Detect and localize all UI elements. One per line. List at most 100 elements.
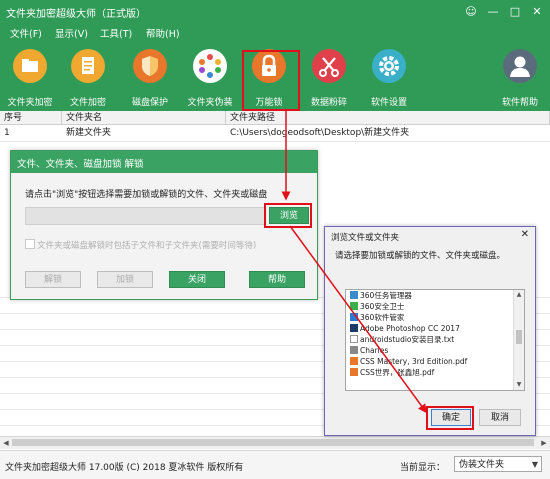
tree-item-label: CSS Mastery, 3rd Edition.pdf [360, 357, 468, 366]
program-icon [350, 313, 358, 321]
column-header-index[interactable]: 序号 [0, 111, 62, 125]
tree-item-label: 360软件管家 [360, 313, 405, 322]
cancel-button[interactable]: 取消 [479, 409, 521, 426]
scissors-icon [312, 49, 346, 83]
tree-item[interactable]: 360软件管家 [350, 312, 404, 323]
pdf-icon [350, 357, 358, 365]
copyright-text: 文件夹加密超级大师 17.00版 (C) 2018 夏冰软件 版权所有 [5, 463, 244, 473]
scroll-down-icon[interactable]: ▼ [514, 380, 524, 390]
tree-item[interactable]: 360安全卫士 [350, 301, 404, 312]
row-divider [0, 141, 550, 142]
program-icon [350, 291, 358, 299]
tool-label: 数据粉碎 [310, 98, 347, 108]
tool-label: 文件夹伪装 [187, 98, 233, 108]
highlight-box [264, 203, 312, 228]
display-label: 当前显示： [400, 463, 446, 473]
document-icon [71, 49, 105, 83]
tool-file-encrypt[interactable]: 文件加密 [59, 43, 117, 109]
shield-icon [133, 49, 167, 83]
app-title: 文件夹加密超级大师（正式版） [6, 9, 146, 20]
tool-data-shred[interactable]: 数据粉碎 [300, 43, 358, 109]
cell-name[interactable]: 新建文件夹 [62, 126, 226, 141]
lock-dialog-titlebar: 文件、文件夹、磁盘加锁 解锁 [11, 151, 317, 173]
cell-path[interactable]: C:\Users\dogeodsoft\Desktop\新建文件夹 [226, 126, 550, 141]
tool-folder-disguise[interactable]: 文件夹伪装 [181, 43, 239, 109]
minimize-button[interactable]: — [484, 3, 502, 19]
tool-label: 文件夹加密 [7, 98, 53, 108]
chevron-down-icon: ▼ [531, 460, 538, 469]
pdf-icon [350, 368, 358, 376]
horizontal-scrollbar[interactable]: ◀ ▶ [0, 436, 550, 449]
close-dialog-button[interactable]: 关闭 [169, 271, 225, 288]
close-icon[interactable]: ✕ [521, 229, 529, 240]
program-icon [350, 302, 358, 310]
user-icon [503, 49, 537, 83]
tree-item[interactable]: CSS世界，张鑫旭.pdf [350, 367, 434, 378]
gear-icon [372, 49, 406, 83]
cell-index[interactable]: 1 [0, 126, 62, 141]
palette-icon [193, 49, 227, 83]
tree-item[interactable]: 360任务管理器 [350, 290, 412, 301]
tree-item-label: androidstudio安装目录.txt [360, 335, 455, 344]
title-bar: 文件夹加密超级大师（正式版） ☺ — □ ✕ [0, 0, 550, 24]
close-button[interactable]: ✕ [528, 3, 546, 19]
path-input[interactable] [25, 207, 265, 225]
window-controls: ☺ — □ ✕ [462, 3, 546, 19]
highlight-box [242, 50, 300, 111]
scroll-up-icon[interactable]: ▲ [514, 290, 524, 300]
unlock-button[interactable]: 解锁 [25, 271, 81, 288]
text-file-icon [350, 335, 358, 343]
menu-view[interactable]: 显示(V) [55, 26, 88, 40]
display-select-value: 伪装文件夹 [459, 460, 505, 470]
scroll-thumb[interactable] [516, 330, 522, 344]
tree-scrollbar[interactable]: ▲ ▼ [513, 290, 524, 390]
tree-item-label: Charles [360, 346, 389, 355]
tool-disk-protect[interactable]: 磁盘保护 [121, 43, 179, 109]
tool-folder-encrypt[interactable]: 文件夹加密 [1, 43, 59, 109]
tool-help[interactable]: 软件帮助 [491, 43, 549, 109]
tree-item-label: 360任务管理器 [360, 291, 412, 300]
include-subfolders-checkbox[interactable]: 文件夹或磁盘解锁时包括子文件和子文件夹(需要时间等待) [25, 239, 256, 251]
program-icon [350, 346, 358, 354]
tree-item[interactable]: Adobe Photoshop CC 2017 [350, 323, 460, 334]
tool-label: 软件帮助 [501, 98, 538, 108]
tool-label: 文件加密 [69, 98, 106, 108]
lock-dialog-prompt: 请点击"浏览"按钮选择需要加锁或解锁的文件、文件夹或磁盘 [25, 190, 268, 200]
maximize-button[interactable]: □ [506, 3, 524, 19]
tree-item[interactable]: Charles [350, 345, 388, 356]
display-select[interactable]: 伪装文件夹 ▼ [454, 456, 542, 472]
browse-dialog-title: 浏览文件或文件夹 [331, 233, 400, 243]
program-icon [350, 324, 358, 332]
column-header-name[interactable]: 文件夹名 [62, 111, 226, 125]
folder-icon [13, 49, 47, 83]
browse-dialog-prompt: 请选择要加锁或解锁的文件、文件夹或磁盘。 [335, 251, 506, 261]
column-header-path[interactable]: 文件夹路径 [226, 111, 550, 125]
tree-item[interactable]: CSS Mastery, 3rd Edition.pdf [350, 356, 467, 367]
lock-button[interactable]: 加锁 [97, 271, 153, 288]
scroll-left-icon[interactable]: ◀ [0, 437, 12, 449]
checkbox-icon [25, 239, 35, 249]
menu-bar: 文件(F) 显示(V) 工具(T) 帮助(H) [0, 24, 550, 41]
toolbar: 文件夹加密 文件加密 磁盘保护 文件夹伪装 万能锁 数据粉碎 软件设置 软件帮助 [0, 41, 550, 111]
highlight-box [426, 406, 474, 430]
folder-tree[interactable]: 360任务管理器 360安全卫士 360软件管家 Adobe Photoshop… [345, 289, 525, 391]
tree-item-label: Adobe Photoshop CC 2017 [360, 324, 460, 333]
tree-item[interactable]: androidstudio安装目录.txt [350, 334, 454, 345]
help-button[interactable]: 帮助 [249, 271, 305, 288]
tool-settings[interactable]: 软件设置 [360, 43, 418, 109]
status-bar: 文件夹加密超级大师 17.00版 (C) 2018 夏冰软件 版权所有 当前显示… [0, 450, 550, 479]
lock-dialog-title: 文件、文件夹、磁盘加锁 解锁 [17, 159, 144, 170]
menu-help[interactable]: 帮助(H) [146, 26, 180, 40]
lock-dialog-body: 请点击"浏览"按钮选择需要加锁或解锁的文件、文件夹或磁盘 浏览 文件夹或磁盘解锁… [11, 173, 317, 299]
menu-tools[interactable]: 工具(T) [100, 26, 132, 40]
tree-item-label: 360安全卫士 [360, 302, 405, 311]
checkbox-label: 文件夹或磁盘解锁时包括子文件和子文件夹(需要时间等待) [37, 241, 257, 251]
scroll-thumb[interactable] [12, 439, 534, 446]
skin-icon[interactable]: ☺ [462, 3, 480, 19]
tool-label: 磁盘保护 [131, 98, 168, 108]
tree-item-label: CSS世界，张鑫旭.pdf [360, 368, 435, 377]
browse-dialog: 浏览文件或文件夹 ✕ 请选择要加锁或解锁的文件、文件夹或磁盘。 360任务管理器… [324, 226, 536, 436]
scroll-right-icon[interactable]: ▶ [538, 437, 550, 449]
menu-file[interactable]: 文件(F) [10, 26, 42, 40]
tool-label: 软件设置 [370, 98, 407, 108]
